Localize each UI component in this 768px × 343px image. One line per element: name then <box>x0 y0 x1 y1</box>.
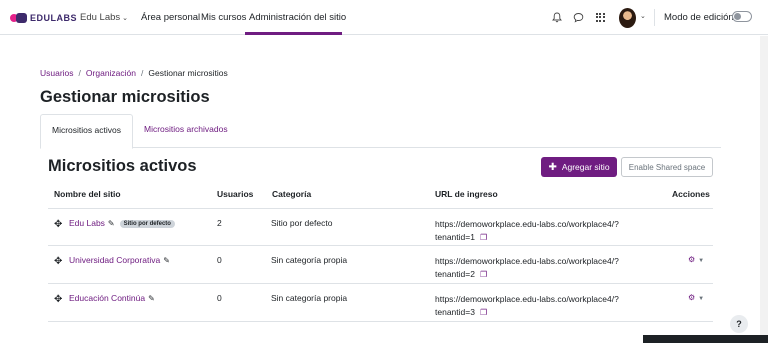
chevron-down-icon[interactable]: ⌄ <box>640 12 646 20</box>
add-site-button[interactable]: ✚ Agregar sitio <box>541 157 617 177</box>
move-icon[interactable]: ✥ <box>54 219 62 230</box>
url-text-line1: https://demoworkplace.edu-labs.co/workpl… <box>435 256 619 266</box>
site-link[interactable]: Educación Continúa <box>69 293 145 303</box>
column-header-category: Categoría <box>272 189 312 199</box>
column-header-users: Usuarios <box>217 189 254 199</box>
chat-icon[interactable] <box>572 11 584 23</box>
table-row: ✥ Edu Labs ✎ Sitio por defecto 2 Sitio por… <box>48 208 713 245</box>
copy-icon[interactable]: ❐ <box>480 268 487 281</box>
pencil-icon[interactable]: ✎ <box>148 294 155 303</box>
column-header-name: Nombre del sitio <box>54 189 121 199</box>
copy-icon[interactable]: ❐ <box>480 231 487 244</box>
nav-link-administracion[interactable]: Administración del sitio <box>249 12 346 23</box>
category-cell: Sin categoría propia <box>271 255 348 265</box>
url-text-line2: tenantid=3 <box>435 307 475 317</box>
chevron-down-icon: ⌄ <box>122 15 129 22</box>
logo-mark <box>10 13 28 23</box>
url-cell: https://demoworkplace.edu-labs.co/workpl… <box>435 293 619 319</box>
url-cell: https://demoworkplace.edu-labs.co/workpl… <box>435 255 619 281</box>
table-divider <box>48 321 713 322</box>
category-cell: Sin categoría propia <box>271 293 348 303</box>
breadcrumb-separator: / <box>141 68 144 78</box>
breadcrumb-usuarios[interactable]: Usuarios <box>40 68 74 78</box>
nav-link-mis-cursos[interactable]: Mis cursos <box>201 12 246 23</box>
users-cell: 0 <box>217 255 222 265</box>
tab-micrositios-archivados[interactable]: Micrositios archivados <box>133 114 239 148</box>
scrollbar[interactable] <box>760 36 768 343</box>
logo-text: EDULABS <box>30 13 78 23</box>
breadcrumb-current: Gestionar micrositios <box>148 68 228 78</box>
section-title: Micrositios activos <box>48 157 197 175</box>
breadcrumb: Usuarios / Organización / Gestionar microsit… <box>40 68 228 78</box>
pencil-icon[interactable]: ✎ <box>163 256 170 265</box>
tab-bar: Micrositios activos Micrositios archivad… <box>40 114 721 149</box>
avatar[interactable] <box>619 8 636 28</box>
site-name-cell: Educación Continúa ✎ <box>69 293 155 303</box>
site-logo[interactable]: EDULABS <box>10 11 77 25</box>
site-selector-label: Edu Labs <box>80 12 121 23</box>
nav-link-area-personal[interactable]: Área personal <box>141 12 200 23</box>
move-icon[interactable]: ✥ <box>54 294 62 305</box>
url-text-line2: tenantid=1 <box>435 232 475 242</box>
help-button[interactable]: ? <box>730 315 748 333</box>
status-badge: Sitio por defecto <box>119 220 175 228</box>
column-header-actions: Acciones <box>672 189 710 199</box>
chevron-down-icon: ▼ <box>698 258 705 264</box>
chevron-down-icon: ▼ <box>698 296 705 302</box>
grid-icon[interactable] <box>594 11 606 23</box>
tab-micrositios-activos[interactable]: Micrositios activos <box>40 114 133 149</box>
breadcrumb-separator: / <box>78 68 81 78</box>
toggle-knob <box>734 13 741 20</box>
page-title: Gestionar micrositios <box>40 88 210 106</box>
enable-shared-space-button[interactable]: Enable Shared space <box>621 157 713 177</box>
site-link[interactable]: Universidad Corporativa <box>69 255 160 265</box>
column-header-url: URL de ingreso <box>435 189 498 199</box>
edit-mode-toggle[interactable] <box>732 11 752 22</box>
category-cell: Sitio por defecto <box>271 218 333 228</box>
add-site-label: Agregar sitio <box>561 162 610 172</box>
plus-icon: ✚ <box>548 161 557 173</box>
pencil-icon[interactable]: ✎ <box>108 219 115 228</box>
active-nav-indicator <box>245 32 342 35</box>
gear-icon: ⚙ <box>688 255 696 264</box>
url-cell: https://demoworkplace.edu-labs.co/workpl… <box>435 218 619 244</box>
bell-icon[interactable] <box>551 11 563 23</box>
site-link[interactable]: Edu Labs <box>69 218 105 228</box>
edit-mode-label: Modo de edición <box>664 12 734 23</box>
copy-icon[interactable]: ❐ <box>480 306 487 319</box>
site-name-cell: Universidad Corporativa ✎ <box>69 255 170 265</box>
divider <box>654 9 655 26</box>
table-row: ✥ Educación Continúa ✎ 0 Sin categoría pr… <box>48 283 713 320</box>
actions-menu[interactable]: ⚙ ▼ <box>688 293 704 302</box>
table-row: ✥ Universidad Corporativa ✎ 0 Sin categor… <box>48 245 713 282</box>
site-selector[interactable]: Edu Labs ⌄ <box>80 12 128 23</box>
url-text-line1: https://demoworkplace.edu-labs.co/workpl… <box>435 294 619 304</box>
gear-icon: ⚙ <box>688 293 696 302</box>
url-text-line2: tenantid=2 <box>435 269 475 279</box>
move-icon[interactable]: ✥ <box>54 256 62 267</box>
url-text-line1: https://demoworkplace.edu-labs.co/workpl… <box>435 219 619 229</box>
site-name-cell: Edu Labs ✎ Sitio por defecto <box>69 218 175 228</box>
actions-menu[interactable]: ⚙ ▼ <box>688 255 704 264</box>
users-cell: 2 <box>217 218 222 228</box>
footer-bar <box>643 335 768 343</box>
users-cell: 0 <box>217 293 222 303</box>
breadcrumb-organizacion[interactable]: Organización <box>86 68 136 78</box>
top-navbar: EDULABS Edu Labs ⌄ Área personal Mis curs… <box>0 0 768 35</box>
